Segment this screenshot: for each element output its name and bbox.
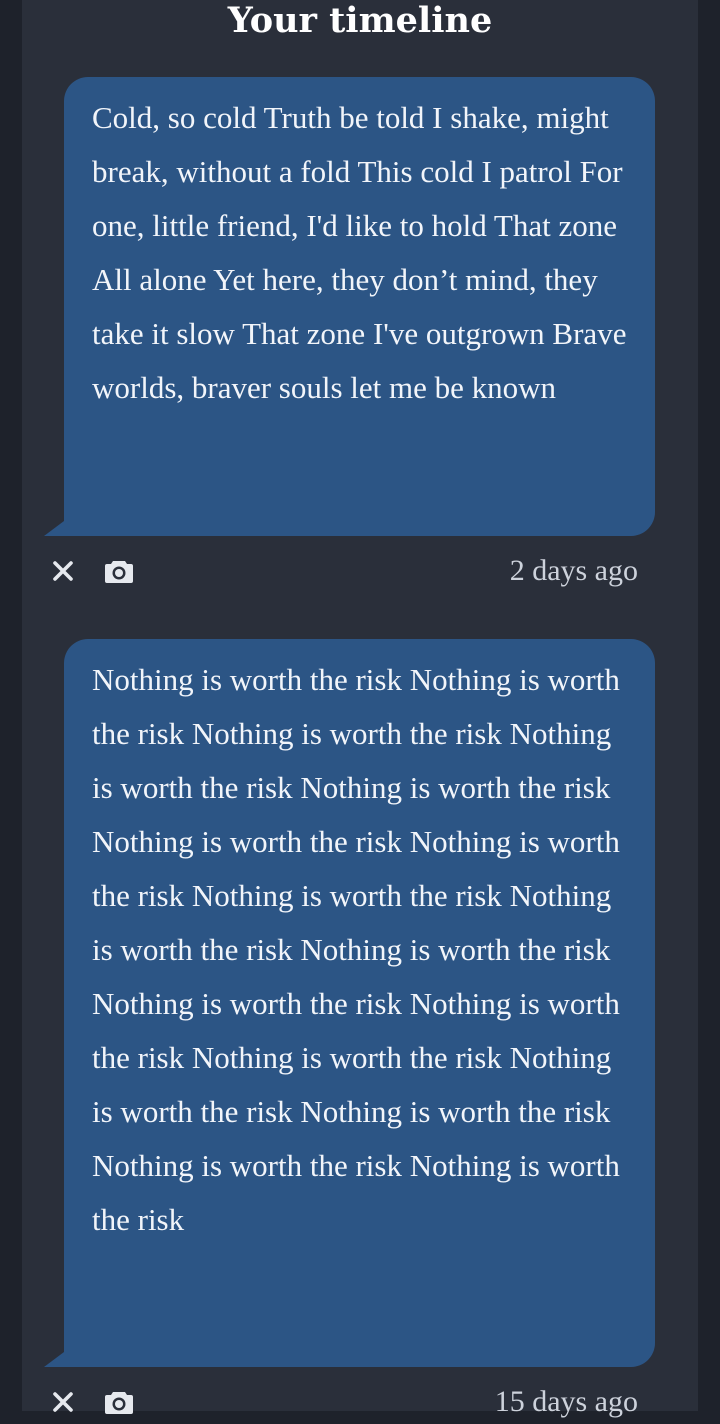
- post-message-bubble: Nothing is worth the risk Nothing is wor…: [64, 639, 655, 1367]
- close-icon[interactable]: [48, 1384, 78, 1420]
- post-meta-bar: 15 days ago: [0, 1384, 720, 1424]
- close-icon[interactable]: [48, 553, 78, 589]
- post-timestamp: 2 days ago: [509, 554, 638, 587]
- page-title: Your timeline: [227, 0, 493, 41]
- camera-icon[interactable]: [102, 1384, 136, 1420]
- post-timestamp: 15 days ago: [494, 1385, 638, 1418]
- camera-icon[interactable]: [102, 553, 136, 589]
- post-message-bubble: Cold, so cold Truth be told I shake, mig…: [64, 77, 655, 536]
- post-meta-bar: 2 days ago: [0, 553, 720, 593]
